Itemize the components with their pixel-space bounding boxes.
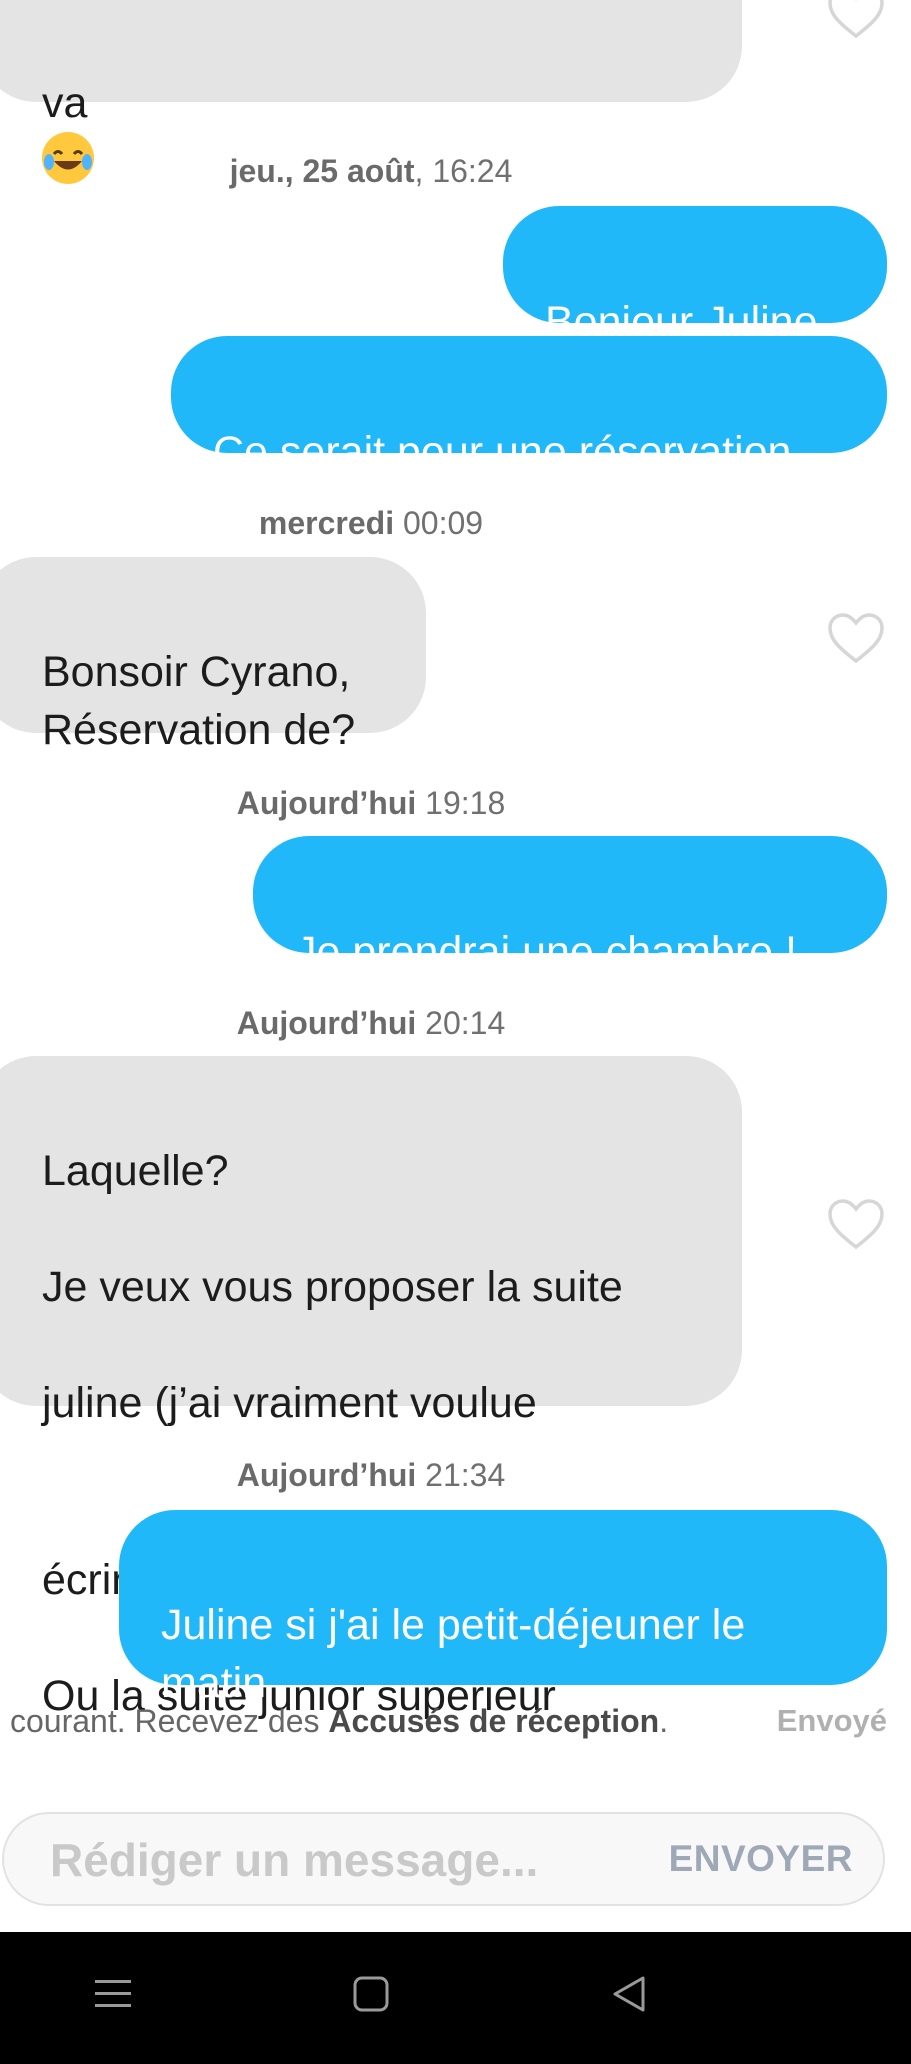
heart-icon[interactable] [826,0,886,40]
incoming-message-bubble[interactable]: va [0,0,742,184]
timestamp: Aujourd’hui 21:34 [236,1457,506,1493]
timestamp: jeu., 25 août, 16:24 [229,153,513,189]
message-line: juline (j’ai vraiment voulue [42,1379,537,1427]
home-icon[interactable] [353,1976,389,2012]
message-text: Je prendrai une chambre ! [295,928,797,976]
timestamp: Aujourd’hui 20:14 [236,1005,506,1041]
message-text: va [42,79,88,127]
message-line: Laquelle? [42,1147,229,1195]
outgoing-message-bubble[interactable]: Bonjour Juline [503,206,887,346]
sent-status: Envoyé [776,1703,887,1738]
heart-icon[interactable] [826,1197,886,1251]
outgoing-message-bubble[interactable]: Je prendrai une chambre ! [253,836,887,976]
back-icon[interactable] [609,1974,649,2014]
incoming-message-bubble[interactable]: Bonsoir Cyrano, Réservation de? [0,557,426,754]
timestamp: mercredi 00:09 [258,505,484,541]
message-text: Ce serait pour une réservation [213,428,792,476]
send-button[interactable]: ENVOYER [669,1838,853,1880]
message-input[interactable] [48,1828,612,1892]
menu-icon[interactable] [93,1974,133,2014]
message-line: Je veux vous proposer la suite [42,1263,623,1311]
message-text: Bonsoir Cyrano, Réservation de? [42,648,356,754]
heart-icon[interactable] [826,611,886,665]
outgoing-message-bubble[interactable]: Juline si j'ai le petit-déjeuner le mati… [119,1510,887,1707]
read-receipts-link[interactable]: Accusés de réception [328,1703,659,1739]
message-composer: ENVOYER [2,1812,885,1906]
system-navigation-bar [0,1932,911,2064]
incoming-message-bubble[interactable]: Laquelle? Je veux vous proposer la suite… [0,1056,742,1720]
timestamp: Aujourd’hui 19:18 [236,785,506,821]
outgoing-message-bubble[interactable]: Ce serait pour une réservation [171,336,887,476]
read-receipts-note: courant. Recevez des Accusés de réceptio… [10,1703,669,1739]
